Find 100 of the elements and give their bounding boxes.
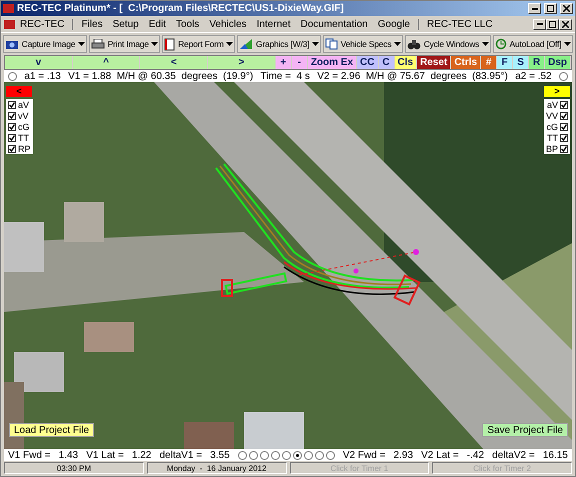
checkbox[interactable]: [8, 112, 16, 120]
window-title: REC-TEC Platinum* - [ C:\Program Files\RECTEC\US1-DixieWay.GIF]: [17, 3, 345, 14]
arrow-button[interactable]: <: [6, 86, 32, 97]
close-button[interactable]: [559, 18, 572, 30]
toolbar-button[interactable]: Cycle Windows: [405, 35, 491, 53]
control-button[interactable]: v: [5, 56, 73, 69]
control-button[interactable]: S: [513, 56, 530, 69]
step-radio[interactable]: [260, 450, 269, 460]
toolbar-button[interactable]: Report Form: [162, 35, 236, 53]
control-button[interactable]: Cls: [394, 56, 418, 69]
step-radio[interactable]: [304, 450, 313, 460]
checkbox[interactable]: [560, 122, 568, 130]
step-radio[interactable]: [248, 450, 258, 460]
control-button[interactable]: C: [378, 56, 394, 69]
checkbox[interactable]: [8, 122, 16, 130]
toolbar-button[interactable]: Print Image: [88, 35, 160, 53]
rooftop: [4, 222, 44, 272]
info-text: V2 = 2.96 M/H @ 75.67 degrees (83.95°): [317, 70, 508, 82]
control-button[interactable]: ^: [72, 56, 140, 69]
checkbox-label: cG: [18, 122, 30, 132]
menu-item[interactable]: Internet: [252, 18, 296, 30]
caret-icon: [482, 42, 489, 46]
step-radio[interactable]: [292, 450, 302, 460]
toolbar-button[interactable]: Capture Image: [3, 35, 87, 53]
control-button[interactable]: +: [276, 56, 292, 69]
control-button[interactable]: >: [208, 56, 276, 69]
readout-value: -.42: [466, 450, 484, 460]
checkbox[interactable]: [560, 144, 568, 152]
camera-icon: [5, 38, 19, 50]
readout-value: 1.22: [132, 450, 152, 460]
control-button[interactable]: -: [292, 56, 308, 69]
menu-item[interactable]: Vehicles: [204, 18, 252, 30]
restore-button[interactable]: [546, 18, 559, 30]
readout-label: V2 Fwd =: [342, 450, 386, 460]
toolbar-button[interactable]: Graphics [W/3]: [237, 35, 321, 53]
rooftop: [64, 202, 104, 242]
minimize-button[interactable]: [528, 3, 541, 14]
readout-value: 16.15: [542, 450, 568, 460]
control-button[interactable]: R: [529, 56, 546, 69]
checkbox-label: aV: [18, 100, 30, 110]
copy-icon: [324, 38, 338, 50]
caret-icon: [564, 42, 571, 46]
caret-icon: [78, 42, 85, 46]
menu-item[interactable]: Google: [372, 18, 415, 30]
restore-button[interactable]: [544, 3, 557, 14]
chart-icon: [239, 38, 254, 50]
menu-item[interactable]: Documentation: [295, 18, 373, 30]
menu-item[interactable]: Files: [76, 18, 108, 30]
minimize-button[interactable]: [533, 18, 546, 30]
radio-button[interactable]: [8, 72, 17, 80]
checkbox[interactable]: [560, 100, 568, 108]
minimize-icon: [536, 23, 542, 25]
readout-label: deltaV2 =: [492, 450, 535, 460]
control-button[interactable]: Reset: [417, 56, 452, 69]
checkbox-label: TT: [547, 132, 558, 142]
checkbox-label: cG: [546, 122, 558, 132]
rooftop: [84, 322, 134, 352]
control-button[interactable]: Dsp: [545, 56, 572, 69]
step-radio[interactable]: [326, 450, 335, 460]
checkbox[interactable]: [8, 144, 16, 152]
step-radio[interactable]: [314, 450, 324, 460]
readout-label: V1 Fwd =: [8, 450, 51, 460]
load-project-button[interactable]: Load Project File: [9, 423, 94, 437]
checkbox-label: BP: [546, 144, 558, 154]
info-text: V1 = 1.88 M/H @ 60.35 degrees (19.9°): [68, 70, 254, 82]
checkbox[interactable]: [8, 134, 16, 142]
readout-value: 3.55: [210, 450, 230, 460]
toolbar-button[interactable]: Vehicle Specs: [322, 35, 404, 53]
control-button[interactable]: Zoom Ex: [308, 56, 358, 69]
readout-label: V1 Lat =: [86, 450, 124, 460]
checkbox-label: aV: [546, 100, 558, 110]
save-project-button[interactable]: Save Project File: [482, 423, 568, 437]
radio-button[interactable]: [558, 72, 568, 80]
binoculars-icon: [407, 38, 422, 50]
menu-item[interactable]: Edit: [144, 18, 171, 30]
control-button[interactable]: CC: [357, 56, 378, 69]
checkbox[interactable]: [8, 100, 16, 108]
step-radio[interactable]: [282, 450, 291, 460]
menu-item[interactable]: Setup: [108, 18, 144, 30]
control-button[interactable]: <: [140, 56, 208, 69]
control-button[interactable]: #: [481, 56, 498, 69]
checkbox[interactable]: [560, 134, 568, 142]
close-button[interactable]: [560, 3, 573, 14]
checkbox[interactable]: [560, 112, 568, 120]
caret-icon: [312, 42, 319, 46]
menu-item[interactable]: REC-TEC: [15, 18, 70, 30]
document-icon: [164, 38, 176, 50]
toolbar-button[interactable]: AutoLoad [Off]: [492, 35, 573, 53]
step-radio[interactable]: [270, 450, 280, 460]
step-radio[interactable]: [238, 450, 247, 460]
checkbox-label: vV: [18, 110, 29, 120]
checkbox-label: VV: [546, 110, 558, 120]
menu-item[interactable]: Tools: [170, 18, 204, 30]
control-button[interactable]: F: [497, 56, 514, 69]
caret-icon: [151, 42, 158, 46]
menu-item[interactable]: REC-TEC LLC: [422, 18, 498, 30]
arrow-button[interactable]: >: [544, 86, 570, 97]
checkbox-label: RP: [18, 144, 31, 154]
control-button[interactable]: Ctrls: [451, 56, 482, 69]
info-text: Time = 4 s: [260, 70, 310, 82]
